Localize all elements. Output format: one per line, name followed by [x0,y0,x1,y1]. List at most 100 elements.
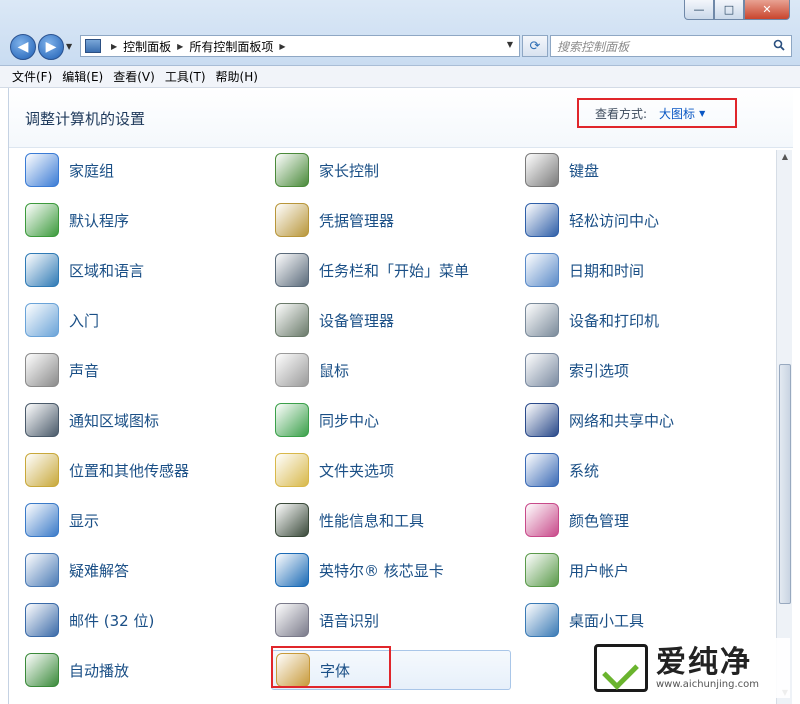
control-panel-item-label: 默认程序 [69,211,130,230]
breadcrumb-all-items[interactable]: 所有控制面板项 [189,38,273,55]
control-panel-item[interactable]: 显示 [25,500,99,540]
control-panel-item-label: 颜色管理 [569,511,630,530]
control-panel-item[interactable]: 语音识别 [275,600,379,640]
control-panel-item[interactable]: 索引选项 [525,350,629,390]
watermark: 爱纯净 www.aichunjing.com [594,638,790,698]
page-title: 调整计算机的设置 [25,110,146,128]
recent-pages-dropdown-icon[interactable]: ▼ [66,42,72,51]
control-panel-item[interactable]: 文件夹选项 [275,450,394,490]
address-bar[interactable]: ▶ 控制面板 ▶ 所有控制面板项 ▶ ▼ [80,35,520,57]
desktop-gadgets-icon [525,603,559,637]
breadcrumb-chevron-icon[interactable]: ▶ [111,42,117,51]
display-icon [25,503,59,537]
address-dropdown-icon[interactable]: ▼ [507,40,513,49]
control-panel-item[interactable]: 自动播放 [25,650,129,690]
breadcrumb-chevron-icon[interactable]: ▶ [279,42,285,51]
refresh-button[interactable]: ⟳ [522,35,548,57]
content-header: 调整计算机的设置 查看方式: 大图标 ▼ [9,88,793,148]
mail-icon [25,603,59,637]
view-by-dropdown[interactable]: 大图标 [659,105,695,122]
scroll-thumb[interactable] [779,364,791,604]
control-panel-item[interactable]: 英特尔® 核芯显卡 [275,550,444,590]
breadcrumb-chevron-icon[interactable]: ▶ [177,42,183,51]
control-panel-item[interactable]: 轻松访问中心 [525,200,659,240]
control-panel-item[interactable]: 颜色管理 [525,500,629,540]
control-panel-item-label: 设备和打印机 [569,311,660,330]
credential-manager-icon [275,203,309,237]
search-input[interactable]: 搜索控制面板 [557,38,629,55]
control-panel-item[interactable]: 键盘 [525,150,599,190]
control-panel-item-label: 性能信息和工具 [319,511,425,530]
control-panel-item-label: 声音 [69,361,100,380]
control-panel-item[interactable]: 性能信息和工具 [275,500,424,540]
control-panel-item[interactable]: 疑难解答 [25,550,129,590]
view-by-control[interactable]: 查看方式: 大图标 ▼ [577,98,737,128]
vertical-scrollbar[interactable]: ▲ ▼ [776,150,792,704]
control-panel-item[interactable]: 设备管理器 [275,300,394,340]
control-panel-item-label: 任务栏和「开始」菜单 [319,261,470,280]
control-panel-item[interactable]: 区域和语言 [25,250,144,290]
date-time-icon [525,253,559,287]
control-panel-item[interactable]: 家庭组 [25,150,114,190]
sync-center-icon [275,403,309,437]
control-panel-item[interactable]: 系统 [525,450,599,490]
chevron-down-icon[interactable]: ▼ [699,109,705,118]
devices-printers-icon [525,303,559,337]
breadcrumb-control-panel[interactable]: 控制面板 [123,38,171,55]
control-panel-item-label: 索引选项 [569,361,630,380]
control-panel-item[interactable]: 日期和时间 [525,250,644,290]
watermark-url: www.aichunjing.com [656,678,759,690]
control-panel-item[interactable]: 网络和共享中心 [525,400,674,440]
control-panel-item[interactable]: 同步中心 [275,400,379,440]
control-panel-item[interactable]: 入门 [25,300,99,340]
control-panel-item-label: 通知区域图标 [69,411,160,430]
menu-file[interactable]: 文件(F) [12,68,52,85]
control-panel-item[interactable]: 家长控制 [275,150,379,190]
folder-options-icon [275,453,309,487]
maximize-button[interactable]: □ [714,0,744,20]
control-panel-item-label: 位置和其他传感器 [69,461,190,480]
control-panel-item-label: 自动播放 [69,661,130,680]
getting-started-icon [25,303,59,337]
control-panel-item[interactable]: 鼠标 [275,350,349,390]
control-panel-item-label: 凭据管理器 [319,211,395,230]
control-panel-item-label: 家长控制 [319,161,380,180]
control-panel-item[interactable]: 任务栏和「开始」菜单 [275,250,469,290]
control-panel-item-label: 鼠标 [319,361,350,380]
control-panel-item[interactable]: 凭据管理器 [275,200,394,240]
notification-area-icon [25,403,59,437]
back-button[interactable]: ◀ [10,34,36,60]
minimize-button[interactable]: — [684,0,714,20]
control-panel-item[interactable]: 默认程序 [25,200,129,240]
keyboard-icon [525,153,559,187]
watermark-logo-icon [594,644,648,692]
control-panel-item[interactable]: 邮件 (32 位) [25,600,154,640]
search-box[interactable]: 搜索控制面板 [550,35,792,57]
control-panel-item-label: 键盘 [569,161,600,180]
menu-edit[interactable]: 编辑(E) [62,68,103,85]
device-manager-icon [275,303,309,337]
menu-tools[interactable]: 工具(T) [165,68,206,85]
control-panel-item[interactable]: 声音 [25,350,99,390]
control-panel-item[interactable]: 桌面小工具 [525,600,644,640]
fonts-highlight [271,646,391,688]
control-panel-item-label: 入门 [69,311,100,330]
menu-help[interactable]: 帮助(H) [216,68,258,85]
color-management-icon [525,503,559,537]
menu-view[interactable]: 查看(V) [113,68,155,85]
control-panel-item[interactable]: 位置和其他传感器 [25,450,189,490]
control-panel-item-label: 英特尔® 核芯显卡 [319,561,444,580]
user-accounts-icon [525,553,559,587]
forward-button[interactable]: ▶ [38,34,64,60]
close-button[interactable]: ✕ [744,0,790,20]
intel-graphics-icon [275,553,309,587]
control-panel-item[interactable]: 用户帐户 [525,550,629,590]
scroll-up-icon[interactable]: ▲ [779,152,791,164]
indexing-icon [525,353,559,387]
control-panel-item[interactable]: 通知区域图标 [25,400,159,440]
control-panel-item[interactable]: 设备和打印机 [525,300,659,340]
sound-icon [25,353,59,387]
system-icon [525,453,559,487]
autoplay-icon [25,653,59,687]
search-icon[interactable] [773,39,785,51]
